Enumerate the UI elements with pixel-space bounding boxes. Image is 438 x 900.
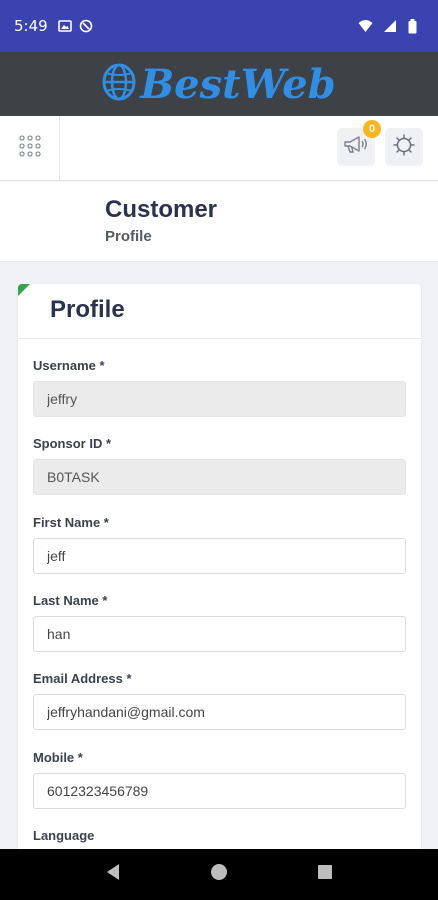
sponsor-id-field[interactable] (33, 459, 406, 495)
last-name-label: Last Name * (33, 593, 108, 608)
signal-icon (383, 19, 397, 33)
language-label: Language (33, 828, 95, 843)
globe-logo-icon (102, 62, 136, 107)
recents-icon (317, 864, 333, 885)
brand-name: BestWeb (140, 60, 336, 108)
grid-menu-icon (18, 135, 41, 162)
toolbar: 0 (0, 116, 438, 181)
wifi-icon (358, 19, 373, 33)
first-name-field[interactable] (33, 538, 406, 574)
recents-button[interactable] (305, 855, 345, 895)
settings-gear-icon (392, 133, 416, 162)
notification-badge: 0 (363, 120, 381, 138)
back-icon (105, 863, 121, 886)
brand-logo[interactable]: BestWeb (102, 60, 336, 108)
mobile-field[interactable] (33, 773, 406, 809)
brand-bar: BestWeb (0, 52, 438, 116)
home-button[interactable] (199, 855, 239, 895)
email-field[interactable] (33, 694, 406, 730)
sponsor-id-label: Sponsor ID * (33, 436, 112, 451)
page-title: Customer (105, 196, 218, 223)
back-button[interactable] (93, 855, 133, 895)
megaphone-icon (343, 135, 369, 160)
gallery-icon (57, 19, 72, 33)
username-field[interactable] (33, 381, 406, 417)
card-header: Profile (18, 284, 421, 339)
mobile-label: Mobile * (33, 750, 83, 765)
home-icon (210, 863, 228, 886)
battery-icon (408, 19, 417, 34)
sync-icon (79, 19, 93, 33)
username-label: Username * (33, 358, 105, 373)
system-nav-bar (0, 849, 438, 900)
first-name-label: First Name * (33, 515, 109, 530)
page-header: Customer Profile (0, 182, 438, 262)
email-label: Email Address * (33, 671, 132, 686)
profile-card: Profile Username * Sponsor ID * First Na… (18, 284, 421, 864)
grid-menu-button[interactable] (0, 116, 60, 181)
page-subtitle: Profile (105, 228, 152, 245)
announcements-button[interactable]: 0 (337, 120, 381, 166)
status-time: 5:49 (14, 17, 48, 35)
last-name-field[interactable] (33, 616, 406, 652)
card-title: Profile (50, 296, 125, 323)
status-bar: 5:49 (0, 0, 438, 52)
settings-button[interactable] (385, 128, 423, 166)
